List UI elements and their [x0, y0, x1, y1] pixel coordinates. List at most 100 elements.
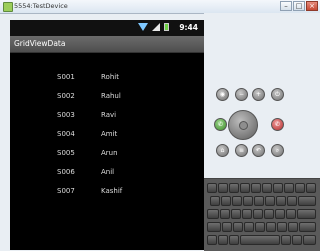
power-button[interactable]: ⏻ — [271, 88, 284, 101]
grid-view[interactable]: S001 Rohit S002 Rahul S003 Ravi S004 Ami… — [10, 68, 204, 201]
window-titlebar[interactable]: 5554:TestDevice – □ × — [0, 0, 320, 14]
keyboard-spacebar[interactable] — [240, 235, 280, 245]
volume-down-icon: − — [238, 91, 245, 98]
end-call-button[interactable]: ✆ — [271, 118, 284, 131]
keyboard-key[interactable] — [281, 235, 291, 245]
keyboard-key[interactable] — [288, 222, 298, 232]
keyboard-key[interactable] — [251, 183, 261, 193]
keyboard-key[interactable] — [273, 183, 283, 193]
keyboard-key[interactable] — [299, 222, 316, 232]
keyboard-key[interactable] — [254, 196, 264, 206]
keyboard-key[interactable] — [231, 209, 241, 219]
back-button[interactable]: ↶ — [252, 144, 265, 157]
keyboard-key[interactable] — [243, 196, 253, 206]
home-button[interactable]: ⌂ — [216, 144, 229, 157]
dpad[interactable] — [228, 110, 258, 140]
minimize-icon: – — [284, 2, 288, 10]
grid-row[interactable]: S002 Rahul — [10, 87, 204, 106]
camera-icon: ◉ — [219, 91, 226, 98]
keyboard-key[interactable] — [220, 209, 230, 219]
keyboard-key[interactable] — [207, 209, 219, 219]
student-id-cell[interactable]: S005 — [57, 144, 75, 163]
student-id-cell[interactable]: S004 — [57, 125, 75, 144]
end-call-icon: ✆ — [274, 121, 281, 128]
keyboard-key[interactable] — [277, 222, 287, 232]
keyboard-key[interactable] — [265, 196, 275, 206]
volume-up-icon: + — [255, 91, 262, 98]
keyboard-key[interactable] — [207, 183, 217, 193]
power-icon: ⏻ — [275, 91, 280, 98]
grid-row[interactable]: S004 Amit — [10, 125, 204, 144]
grid-row[interactable]: S006 Anil — [10, 163, 204, 182]
keyboard-key[interactable] — [287, 196, 297, 206]
keyboard-key[interactable] — [232, 196, 242, 206]
volume-up-button[interactable]: + — [252, 88, 265, 101]
keyboard-key[interactable] — [244, 222, 254, 232]
keyboard-key[interactable] — [297, 209, 316, 219]
keyboard-key[interactable] — [264, 209, 274, 219]
signal-icon — [152, 23, 160, 31]
close-button[interactable]: × — [306, 1, 318, 11]
keyboard-key[interactable] — [207, 235, 217, 245]
volume-down-button[interactable]: − — [235, 88, 248, 101]
keyboard-key[interactable] — [233, 222, 243, 232]
keyboard-key[interactable] — [218, 235, 228, 245]
keyboard-key[interactable] — [253, 209, 263, 219]
call-button[interactable]: ✆ — [214, 118, 227, 131]
student-name-cell[interactable]: Kashif — [101, 182, 122, 201]
keyboard-key[interactable] — [229, 183, 239, 193]
back-icon: ↶ — [255, 147, 262, 154]
keyboard-key[interactable] — [240, 183, 250, 193]
keyboard-key[interactable] — [303, 235, 316, 245]
dpad-center-button[interactable] — [239, 121, 248, 130]
keyboard-key[interactable] — [286, 209, 296, 219]
student-name-cell[interactable]: Rohit — [101, 68, 119, 87]
battery-icon — [164, 23, 169, 31]
keyboard-key[interactable] — [284, 183, 294, 193]
student-name-cell[interactable]: Anil — [101, 163, 114, 182]
keyboard-key[interactable] — [218, 183, 228, 193]
phone-screen[interactable]: 9:44 GridViewData S001 Rohit S002 Rahul … — [10, 20, 204, 250]
student-id-cell[interactable]: S001 — [57, 68, 75, 87]
hardware-keyboard[interactable] — [204, 178, 320, 251]
student-name-cell[interactable]: Amit — [101, 125, 117, 144]
keyboard-key[interactable] — [295, 183, 305, 193]
student-id-cell[interactable]: S002 — [57, 87, 75, 106]
keyboard-key[interactable] — [262, 183, 272, 193]
maximize-button[interactable]: □ — [293, 1, 305, 11]
app-title-bar: GridViewData — [10, 36, 204, 53]
status-time: 9:44 — [179, 23, 198, 32]
keyboard-key[interactable] — [210, 196, 220, 206]
student-id-cell[interactable]: S003 — [57, 106, 75, 125]
close-icon: × — [309, 2, 315, 10]
grid-row[interactable]: S003 Ravi — [10, 106, 204, 125]
minimize-button[interactable]: – — [280, 1, 292, 11]
keyboard-key[interactable] — [229, 235, 239, 245]
call-icon: ✆ — [217, 121, 224, 128]
student-name-cell[interactable]: Arun — [101, 144, 118, 163]
menu-button[interactable]: ≡ — [235, 144, 248, 157]
keyboard-key[interactable] — [266, 222, 276, 232]
keyboard-key[interactable] — [255, 222, 265, 232]
search-button[interactable]: ⌕ — [271, 144, 284, 157]
keyboard-key[interactable] — [306, 183, 316, 193]
student-id-cell[interactable]: S007 — [57, 182, 75, 201]
camera-button[interactable]: ◉ — [216, 88, 229, 101]
keyboard-key[interactable] — [292, 235, 302, 245]
student-id-cell[interactable]: S006 — [57, 163, 75, 182]
keyboard-key[interactable] — [298, 196, 316, 206]
emulator-app-icon — [3, 2, 13, 12]
student-name-cell[interactable]: Ravi — [101, 106, 116, 125]
grid-row[interactable]: S005 Arun — [10, 144, 204, 163]
keyboard-key[interactable] — [207, 222, 221, 232]
home-icon: ⌂ — [220, 147, 225, 154]
keyboard-key[interactable] — [221, 196, 231, 206]
keyboard-key[interactable] — [222, 222, 232, 232]
keyboard-key[interactable] — [276, 196, 286, 206]
grid-row[interactable]: S007 Kashif — [10, 182, 204, 201]
keyboard-key[interactable] — [275, 209, 285, 219]
grid-row[interactable]: S001 Rohit — [10, 68, 204, 87]
search-icon: ⌕ — [275, 147, 280, 154]
keyboard-key[interactable] — [242, 209, 252, 219]
student-name-cell[interactable]: Rahul — [101, 87, 121, 106]
